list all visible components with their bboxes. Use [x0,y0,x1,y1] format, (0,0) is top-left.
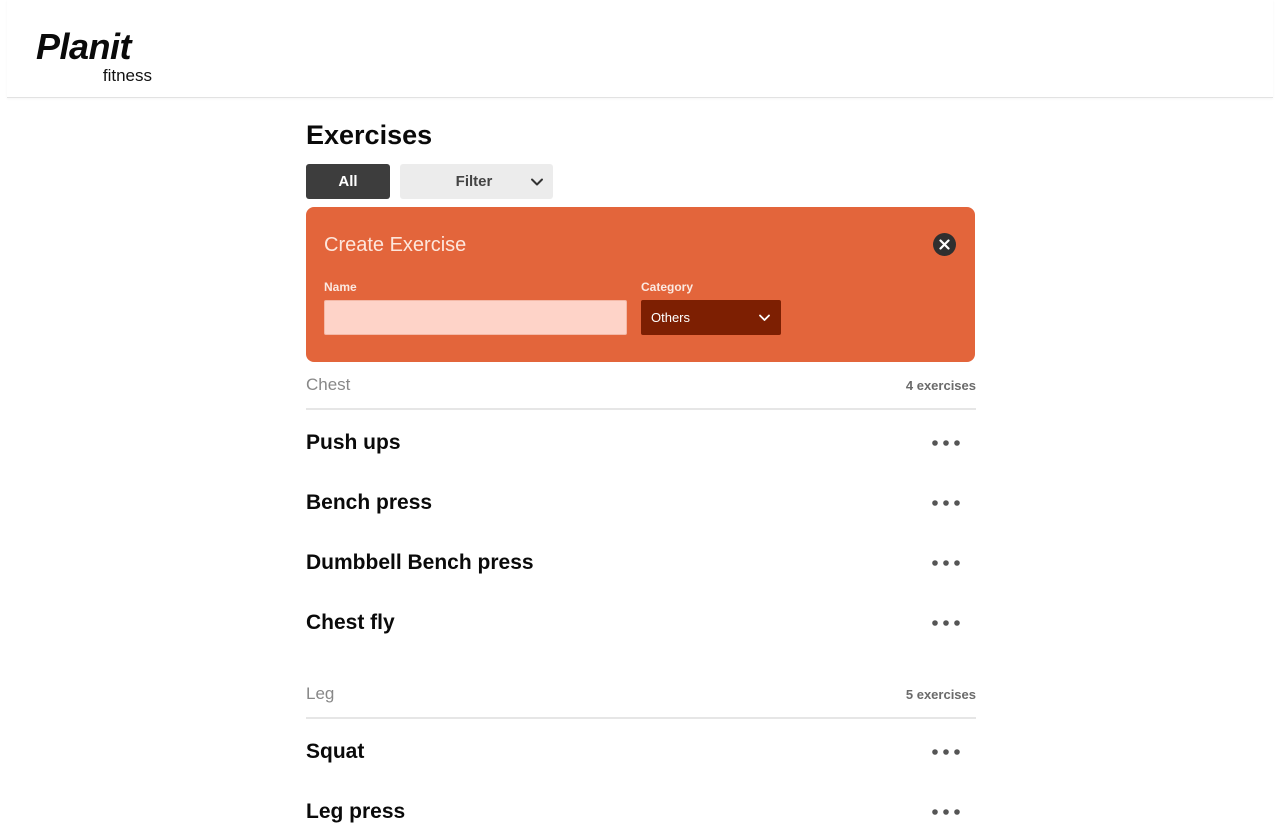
exercise-name: Chest fly [306,611,395,634]
more-horizontal-icon[interactable] [931,436,961,450]
group-header: Leg 5 exercises [306,681,976,719]
exercise-row[interactable]: Dumbbell Bench press [306,530,976,590]
filter-dropdown[interactable]: Filter [400,164,553,199]
exercise-group-leg: Leg 5 exercises Squat Leg press [306,681,976,839]
close-button[interactable] [933,233,956,256]
more-horizontal-icon[interactable] [931,745,961,759]
filter-label: Filter [455,173,493,190]
exercise-name: Dumbbell Bench press [306,551,534,574]
more-horizontal-icon[interactable] [931,805,961,819]
category-select[interactable]: Others [641,300,781,335]
chevron-down-icon [531,178,543,186]
more-horizontal-icon[interactable] [931,496,961,510]
create-exercise-title: Create Exercise [324,234,467,256]
exercise-name: Leg press [306,800,406,823]
exercise-name: Push ups [306,431,401,454]
category-value: Others [651,310,691,325]
toolbar: All Filter [306,164,606,199]
exercise-group-chest: Chest 4 exercises Push ups Bench press D… [306,372,976,650]
exercise-row[interactable]: Leg press [306,779,976,839]
more-horizontal-icon[interactable] [931,616,961,630]
more-horizontal-icon[interactable] [931,556,961,570]
group-count: 4 exercises [905,378,976,393]
create-exercise-panel: Create Exercise Name Category Others [306,207,975,362]
group-count: 5 exercises [905,687,976,702]
exercise-row[interactable]: Chest fly [306,590,976,650]
logo[interactable]: Planit fitness [36,26,152,86]
group-header: Chest 4 exercises [306,372,976,410]
close-icon [939,239,950,250]
app-header: Planit fitness [7,0,1273,98]
page-title: Exercises [306,120,433,150]
exercise-name: Bench press [306,491,433,514]
group-name: Chest [306,375,351,394]
exercise-row[interactable]: Squat [306,719,976,779]
exercise-row[interactable]: Bench press [306,470,976,530]
logo-main-text: Planit [36,26,132,67]
exercise-name: Squat [306,740,365,763]
category-label: Category [641,280,694,294]
group-name: Leg [306,684,335,703]
chevron-down-icon [759,314,770,321]
name-label: Name [324,280,357,294]
logo-sub-text: fitness [102,66,152,85]
main-content: Exercises All Filter Create Exercise Nam… [306,118,976,823]
exercise-row[interactable]: Push ups [306,410,976,470]
all-button[interactable]: All [306,164,390,199]
name-input[interactable] [324,300,627,335]
